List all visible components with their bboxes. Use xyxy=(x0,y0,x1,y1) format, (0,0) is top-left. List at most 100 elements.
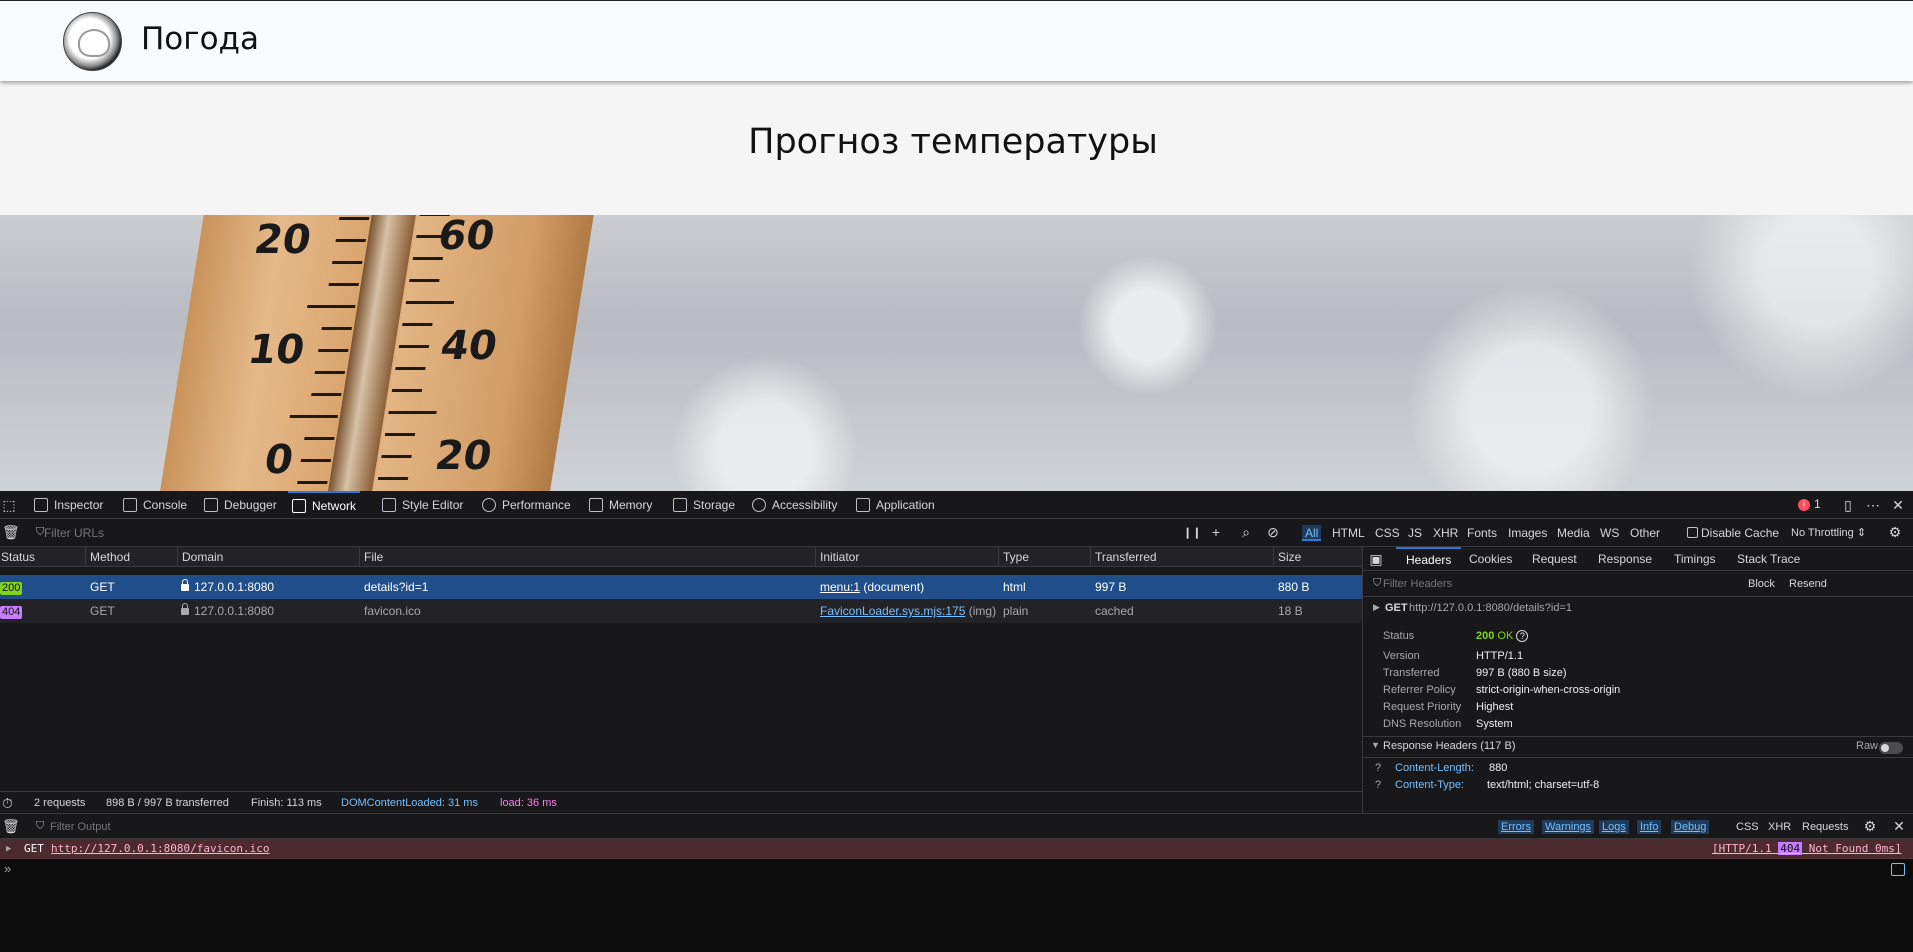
domain-text: 127.0.0.1:8080 xyxy=(194,604,275,618)
filter-output-input[interactable] xyxy=(50,818,350,835)
thermometer-tick xyxy=(412,257,444,260)
help-icon[interactable]: ? xyxy=(1516,630,1529,642)
expand-message-icon[interactable]: ▶ xyxy=(6,839,11,859)
initiator-link[interactable]: menu:1 xyxy=(820,580,860,594)
tab-label: Network xyxy=(312,499,357,513)
type-cell: html xyxy=(1003,580,1026,594)
level-info[interactable]: Info xyxy=(1637,820,1662,834)
tab-application[interactable]: Application xyxy=(856,491,935,519)
tab-stack-trace[interactable]: Stack Trace xyxy=(1737,547,1800,571)
toggle-sidebar-icon[interactable]: ▣ xyxy=(1369,552,1383,566)
close-icon[interactable]: ✕ xyxy=(1891,498,1905,512)
tab-storage[interactable]: Storage xyxy=(673,491,735,519)
element-picker-icon[interactable]: ⬚ xyxy=(2,498,16,512)
message-url[interactable]: http://127.0.0.1:8080/favicon.ico xyxy=(51,839,270,859)
type-filter-images[interactable]: Images xyxy=(1505,525,1550,541)
type-filter-media[interactable]: Media xyxy=(1554,525,1593,541)
col-size[interactable]: Size xyxy=(1273,547,1362,567)
filter-urls-input[interactable] xyxy=(28,524,328,542)
plus-icon[interactable]: + xyxy=(1209,525,1223,539)
site-title[interactable]: Погода xyxy=(141,21,259,57)
table-row[interactable]: 404 GET 127.0.0.1:8080 favicon.ico Favic… xyxy=(0,599,1362,623)
help-icon[interactable]: ? xyxy=(1375,762,1381,774)
tab-performance[interactable]: Performance xyxy=(482,491,571,519)
tab-response[interactable]: Response xyxy=(1598,547,1652,571)
col-transferred[interactable]: Transferred xyxy=(1090,547,1273,567)
type-filter-html[interactable]: HTML xyxy=(1329,525,1368,541)
level-debug[interactable]: Debug xyxy=(1671,820,1710,834)
tab-accessibility[interactable]: Accessibility xyxy=(752,491,837,519)
raw-toggle[interactable] xyxy=(1879,742,1903,754)
stopwatch-icon[interactable]: ⏱ xyxy=(2,792,13,814)
filter-headers-input[interactable] xyxy=(1377,575,1717,593)
disable-cache-checkbox[interactable]: Disable Cache xyxy=(1684,525,1782,541)
divider xyxy=(1363,736,1913,737)
error-counter[interactable]: ! 1 xyxy=(1798,497,1821,513)
type-filter-ws[interactable]: WS xyxy=(1597,525,1622,541)
tab-console[interactable]: Console xyxy=(123,491,187,519)
col-status[interactable]: Status xyxy=(0,547,85,567)
summary-requests: 2 requests xyxy=(34,797,86,809)
type-filter-other[interactable]: Other xyxy=(1627,525,1663,541)
tab-memory[interactable]: Memory xyxy=(589,491,652,519)
col-initiator[interactable]: Initiator xyxy=(815,547,998,567)
throttling-select[interactable]: No Throttling ⇕ xyxy=(1788,525,1869,541)
type-filter-xhr[interactable]: XHR xyxy=(1430,525,1461,541)
thermo-number: 40 xyxy=(437,323,501,369)
header-value: 880 xyxy=(1489,762,1508,774)
level-errors[interactable]: Errors xyxy=(1498,820,1534,834)
level-warnings[interactable]: Warnings xyxy=(1542,820,1595,834)
col-file[interactable]: File xyxy=(359,547,815,567)
thermometer-tick xyxy=(409,279,440,282)
filter-xhr[interactable]: XHR xyxy=(1765,820,1794,834)
block-icon[interactable]: ⊘ xyxy=(1266,525,1280,539)
tab-label: Memory xyxy=(609,498,653,512)
resend-button[interactable]: Resend xyxy=(1789,578,1827,590)
request-url[interactable]: http://127.0.0.1:8080/details?id=1 xyxy=(1409,602,1572,614)
help-icon[interactable]: ? xyxy=(1375,779,1381,791)
initiator-link[interactable]: FaviconLoader.sys.mjs:175 xyxy=(820,604,965,618)
brain-logo-icon[interactable] xyxy=(63,12,122,71)
gear-icon[interactable]: ⚙ xyxy=(1888,525,1902,539)
level-logs[interactable]: Logs xyxy=(1599,820,1629,834)
pause-icon[interactable]: ❙❙ xyxy=(1183,526,1201,540)
tab-headers[interactable]: Headers xyxy=(1396,547,1462,571)
type-filter-js[interactable]: JS xyxy=(1405,525,1425,541)
tab-debugger[interactable]: Debugger xyxy=(204,491,277,519)
tab-request[interactable]: Request xyxy=(1532,547,1577,571)
dock-side-icon[interactable]: ▯ xyxy=(1841,498,1855,512)
response-headers-title[interactable]: Response Headers (117 B) xyxy=(1383,740,1515,752)
expand-request-icon[interactable]: ▶ xyxy=(1373,602,1380,613)
console-input[interactable]: » xyxy=(0,859,1913,952)
tab-network[interactable]: Network xyxy=(288,491,361,519)
console-message[interactable]: ▶ GET http://127.0.0.1:8080/favicon.ico … xyxy=(0,839,1913,859)
collapse-icon[interactable]: ▼ xyxy=(1371,740,1380,750)
block-button[interactable]: Block xyxy=(1748,578,1775,590)
tab-timings[interactable]: Timings xyxy=(1674,547,1716,571)
filter-requests[interactable]: Requests xyxy=(1799,820,1851,834)
tab-cookies[interactable]: Cookies xyxy=(1469,547,1512,571)
trash-icon[interactable]: 🗑 xyxy=(2,819,20,833)
type-filter-fonts[interactable]: Fonts xyxy=(1464,525,1500,541)
table-row[interactable]: 200 GET 127.0.0.1:8080 details?id=1 menu… xyxy=(0,575,1362,599)
tab-style-editor[interactable]: Style Editor xyxy=(382,491,463,519)
type-filter-css[interactable]: CSS xyxy=(1372,525,1403,541)
message-status-text: Not Found 0ms] xyxy=(1808,842,1902,855)
filter-css[interactable]: CSS xyxy=(1733,820,1762,834)
close-icon[interactable]: ✕ xyxy=(1892,819,1906,833)
col-domain[interactable]: Domain xyxy=(177,547,359,567)
field-value: System xyxy=(1476,718,1513,730)
thermometer-tick xyxy=(331,261,363,264)
gear-icon[interactable]: ⚙ xyxy=(1863,819,1877,833)
col-method[interactable]: Method xyxy=(85,547,177,567)
search-icon[interactable]: ⌕ xyxy=(1239,525,1253,539)
trash-icon[interactable]: 🗑 xyxy=(2,525,20,539)
editor-mode-icon[interactable] xyxy=(1891,863,1905,876)
toggle-knob xyxy=(1881,744,1889,752)
more-menu-icon[interactable]: ⋯ xyxy=(1866,498,1880,512)
site-header: Погода xyxy=(0,0,1913,81)
col-type[interactable]: Type xyxy=(998,547,1090,567)
tab-inspector[interactable]: Inspector xyxy=(34,491,103,519)
type-filter-all[interactable]: All xyxy=(1302,525,1322,541)
message-proto: [HTTP/1.1 xyxy=(1712,842,1772,855)
